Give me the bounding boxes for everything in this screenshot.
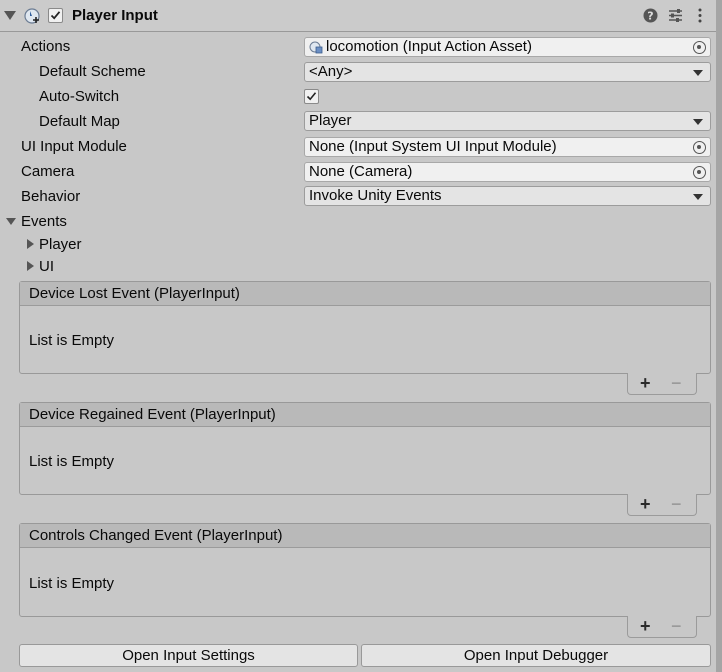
behavior-label: Behavior — [21, 188, 81, 205]
dropdown-arrow-icon — [693, 194, 703, 200]
component-header[interactable]: Player Input ? — [0, 0, 716, 32]
actions-field[interactable]: locomotion (Input Action Asset) — [304, 37, 711, 57]
add-event-button[interactable]: + — [640, 616, 651, 637]
help-icon[interactable]: ? — [643, 8, 658, 27]
events-foldout-label[interactable]: Events — [21, 213, 67, 230]
camera-value: None (Camera) — [309, 163, 413, 180]
remove-event-button[interactable]: − — [671, 616, 682, 637]
list-add-remove-footer: + − — [627, 373, 697, 395]
dropdown-arrow-icon — [693, 119, 703, 125]
kebab-menu-icon[interactable] — [697, 8, 703, 27]
camera-field[interactable]: None (Camera) — [304, 162, 711, 182]
list-empty-text: List is Empty — [29, 453, 115, 470]
default-map-label: Default Map — [39, 113, 120, 130]
player-input-icon — [24, 7, 42, 25]
actions-label: Actions — [21, 38, 71, 55]
add-event-button[interactable]: + — [640, 494, 651, 515]
event-list-title: Controls Changed Event (PlayerInput) — [20, 524, 710, 548]
open-input-settings-button[interactable]: Open Input Settings — [19, 644, 358, 667]
object-picker-icon[interactable] — [693, 141, 706, 154]
behavior-value: Invoke Unity Events — [309, 187, 442, 204]
dropdown-arrow-icon — [693, 70, 703, 76]
svg-text:?: ? — [647, 10, 653, 23]
behavior-dropdown[interactable]: Invoke Unity Events — [304, 186, 711, 206]
list-empty-text: List is Empty — [29, 332, 115, 349]
add-event-button[interactable]: + — [640, 373, 651, 394]
default-map-dropdown[interactable]: Player — [304, 111, 711, 131]
object-picker-icon[interactable] — [693, 41, 706, 54]
list-empty-text: List is Empty — [29, 575, 115, 592]
scrollbar-track[interactable] — [716, 0, 722, 672]
events-group-ui[interactable]: UI — [39, 258, 54, 275]
remove-event-button[interactable]: − — [671, 373, 682, 394]
open-input-debugger-button[interactable]: Open Input Debugger — [361, 644, 711, 667]
list-add-remove-footer: + − — [627, 494, 697, 516]
controls-changed-event-list: Controls Changed Event (PlayerInput) Lis… — [19, 523, 711, 617]
default-scheme-value: <Any> — [309, 63, 353, 80]
default-map-value: Player — [309, 112, 352, 129]
player-fold-arrow-icon[interactable] — [27, 239, 34, 249]
ui-input-module-field[interactable]: None (Input System UI Input Module) — [304, 137, 711, 157]
device-regained-event-list: Device Regained Event (PlayerInput) List… — [19, 402, 711, 495]
list-add-remove-footer: + − — [627, 616, 697, 638]
component-title: Player Input — [72, 7, 158, 24]
ui-input-module-value: None (Input System UI Input Module) — [309, 138, 557, 155]
inspector-panel: Player Input ? Actions locomotion (Input… — [0, 0, 716, 672]
default-scheme-label: Default Scheme — [39, 63, 146, 80]
remove-event-button[interactable]: − — [671, 494, 682, 515]
events-group-player[interactable]: Player — [39, 236, 82, 253]
event-list-title: Device Lost Event (PlayerInput) — [20, 282, 710, 306]
input-action-asset-icon — [309, 40, 323, 56]
auto-switch-label: Auto-Switch — [39, 88, 120, 105]
component-enabled-checkbox[interactable] — [48, 8, 63, 23]
ui-input-module-label: UI Input Module — [21, 138, 127, 155]
preset-icon[interactable] — [668, 8, 683, 27]
camera-label: Camera — [21, 163, 75, 180]
default-scheme-dropdown[interactable]: <Any> — [304, 62, 711, 82]
fold-arrow-icon[interactable] — [4, 11, 16, 20]
event-list-title: Device Regained Event (PlayerInput) — [20, 403, 710, 427]
events-fold-arrow-icon[interactable] — [6, 218, 16, 225]
auto-switch-checkbox[interactable] — [304, 89, 319, 104]
actions-value: locomotion (Input Action Asset) — [326, 38, 532, 55]
object-picker-icon[interactable] — [693, 166, 706, 179]
device-lost-event-list: Device Lost Event (PlayerInput) List is … — [19, 281, 711, 374]
ui-fold-arrow-icon[interactable] — [27, 261, 34, 271]
